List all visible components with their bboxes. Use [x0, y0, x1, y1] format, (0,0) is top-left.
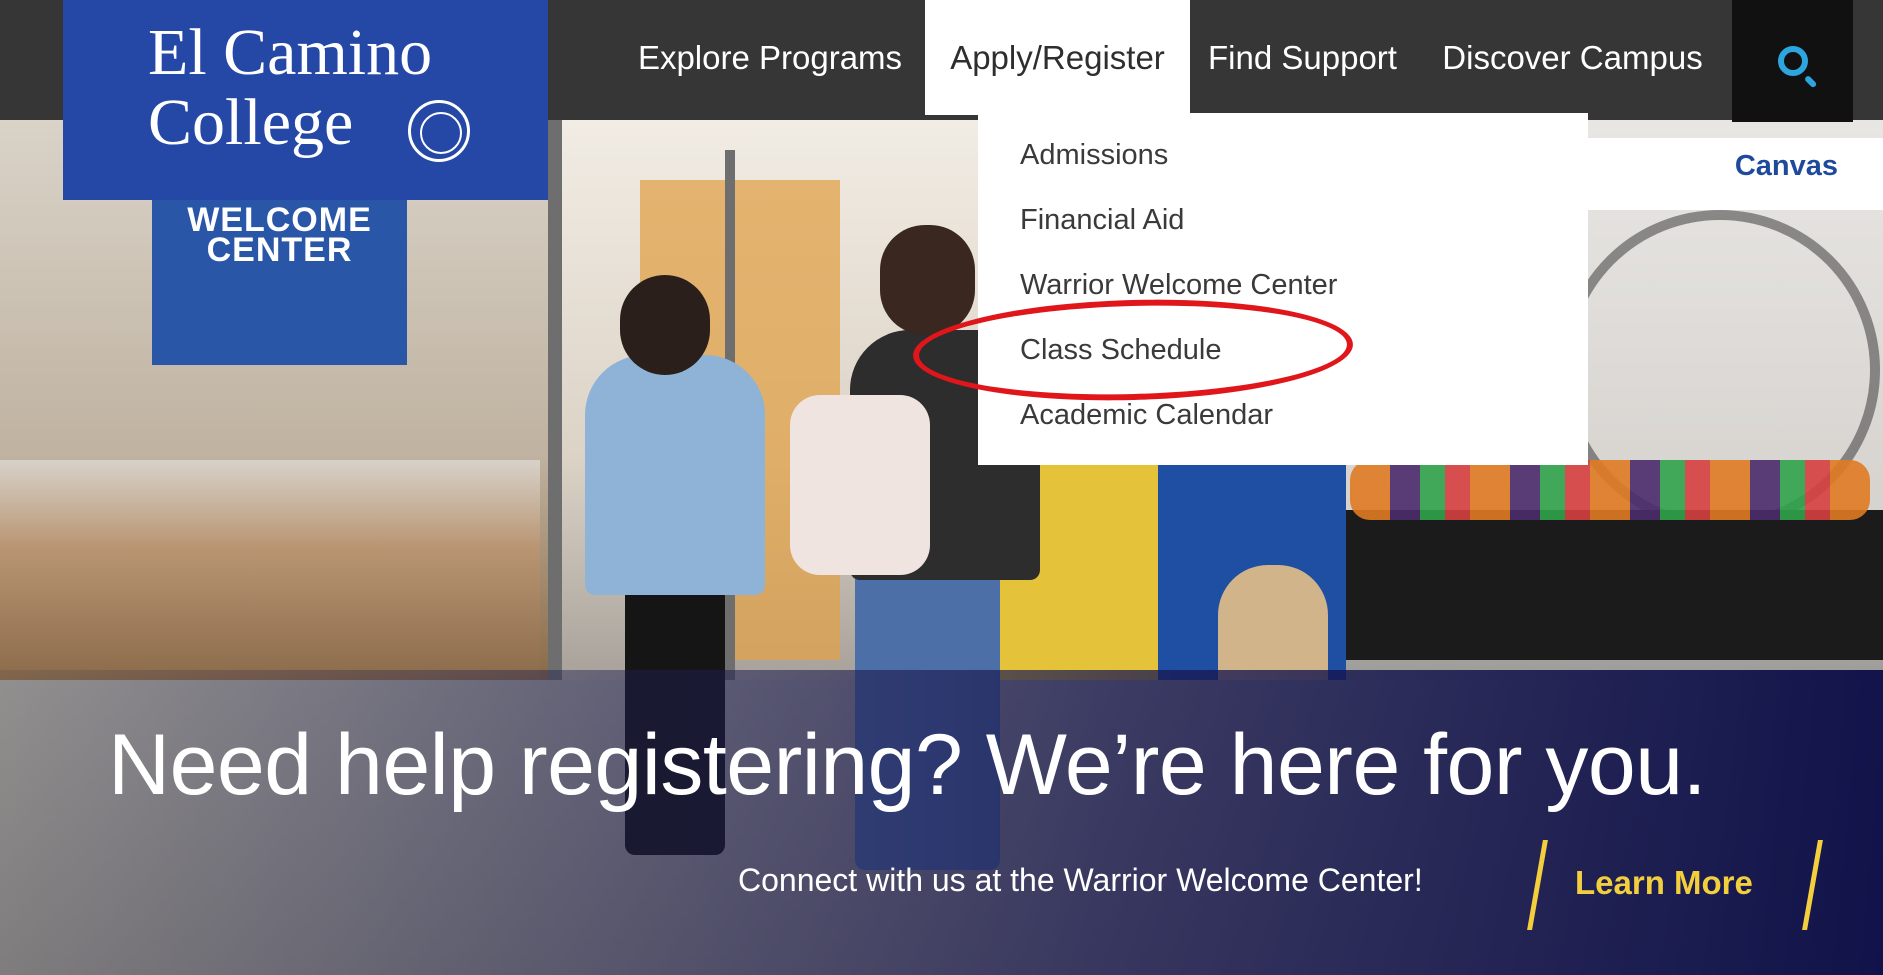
logo-line-1: El Camino [148, 16, 433, 89]
hero-pumpkin-display [1350, 460, 1870, 520]
apply-register-dropdown: Admissions Financial Aid Warrior Welcome… [978, 113, 1588, 465]
student-figure [880, 225, 975, 335]
hero-door-frame [548, 120, 562, 680]
hero-counter [0, 460, 540, 680]
backpack [790, 395, 930, 575]
search-button[interactable] [1732, 0, 1853, 122]
canvas-link[interactable]: Canvas [1735, 150, 1838, 183]
logo-line-2: College [148, 86, 354, 159]
college-seal-icon [408, 100, 470, 162]
student-figure [585, 355, 765, 595]
nav-find-support[interactable]: Find Support [1195, 0, 1410, 115]
nav-discover-campus[interactable]: Discover Campus [1420, 0, 1725, 115]
search-icon [1777, 46, 1808, 76]
hero-table [1340, 510, 1883, 660]
college-logo[interactable]: El Camino College [63, 0, 548, 200]
menu-item-financial-aid[interactable]: Financial Aid [1020, 204, 1184, 237]
nav-explore-programs[interactable]: Explore Programs [620, 0, 920, 115]
welcome-center-sign: WELCOME CENTER [152, 195, 407, 365]
menu-item-admissions[interactable]: Admissions [1020, 139, 1168, 172]
student-figure [620, 275, 710, 375]
hero-headline: Need help registering? We’re here for yo… [108, 717, 1706, 813]
menu-item-warrior-welcome-center[interactable]: Warrior Welcome Center [1020, 269, 1337, 302]
welcome-sign-title: WELCOME CENTER [187, 201, 372, 269]
menu-item-academic-calendar[interactable]: Academic Calendar [1020, 399, 1273, 432]
hero-subline: Connect with us at the Warrior Welcome C… [738, 862, 1423, 898]
learn-more-label: Learn More [1575, 864, 1753, 901]
learn-more-button[interactable]: Learn More [1527, 840, 1823, 930]
nav-apply-register[interactable]: Apply/Register [925, 0, 1190, 115]
